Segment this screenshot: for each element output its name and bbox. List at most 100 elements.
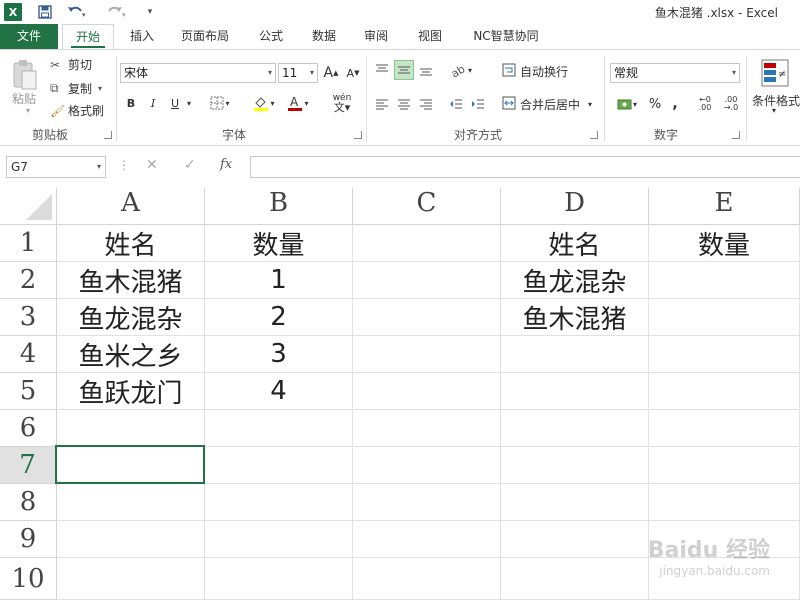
row-header-5[interactable]: 5 (0, 373, 57, 410)
align-right-icon[interactable] (416, 94, 436, 114)
cell-e3[interactable] (649, 299, 800, 336)
cell-c4[interactable] (353, 336, 501, 373)
cell-a9[interactable] (57, 521, 205, 558)
cell-a5[interactable]: 鱼跃龙门 (57, 373, 205, 410)
cell-a7[interactable] (55, 445, 205, 484)
cell-e4[interactable] (649, 336, 800, 373)
cell-a4[interactable]: 鱼米之乡 (57, 336, 205, 373)
more-icon[interactable]: ⋮ (118, 158, 130, 172)
insert-function-icon[interactable]: fx (220, 157, 232, 172)
fill-color-icon[interactable]: ▾ (252, 94, 276, 112)
decrease-indent-icon[interactable] (446, 94, 466, 114)
conditional-format-icon[interactable]: ≠ (760, 58, 790, 88)
format-painter-button[interactable]: 🖌 格式刷 (50, 102, 104, 119)
row-header-8[interactable]: 8 (0, 484, 57, 521)
cell-b7[interactable] (205, 447, 353, 484)
tab-page-layout[interactable]: 页面布局 (170, 24, 240, 49)
percent-style-icon[interactable]: % (646, 94, 664, 114)
cell-b10[interactable] (205, 558, 353, 600)
cell-e2[interactable] (649, 262, 800, 299)
cell-c3[interactable] (353, 299, 501, 336)
cell-c7[interactable] (353, 447, 501, 484)
cell-b2[interactable]: 1 (205, 262, 353, 299)
name-box[interactable]: G7 ▾ (6, 156, 106, 178)
cell-e7[interactable] (649, 447, 800, 484)
cell-b9[interactable] (205, 521, 353, 558)
cell-d6[interactable] (501, 410, 649, 447)
paste-dropdown-icon[interactable]: ▾ (26, 106, 30, 115)
cell-b6[interactable] (205, 410, 353, 447)
tab-insert[interactable]: 插入 (120, 24, 164, 49)
tab-data[interactable]: 数据 (302, 24, 346, 49)
align-center-icon[interactable] (394, 94, 414, 114)
cell-e5[interactable] (649, 373, 800, 410)
font-size-combo[interactable]: 11 ▾ (278, 63, 318, 83)
italic-button[interactable]: I (146, 94, 160, 112)
accounting-format-icon[interactable]: ▾ (612, 94, 642, 114)
cell-d7[interactable] (501, 447, 649, 484)
tab-view[interactable]: 视图 (408, 24, 452, 49)
align-top-icon[interactable] (372, 60, 392, 80)
number-format-combo[interactable]: 常规 ▾ (610, 63, 740, 83)
align-middle-icon[interactable] (394, 60, 414, 80)
column-header-c[interactable]: C (353, 188, 501, 225)
row-header-3[interactable]: 3 (0, 299, 57, 336)
tab-review[interactable]: 审阅 (354, 24, 398, 49)
cell-a6[interactable] (57, 410, 205, 447)
cell-c8[interactable] (353, 484, 501, 521)
alignment-launcher-icon[interactable] (590, 131, 598, 139)
redo-icon[interactable]: ▾ (106, 2, 128, 22)
font-color-icon[interactable]: A ▾ (286, 94, 310, 112)
font-launcher-icon[interactable] (354, 131, 362, 139)
decrease-font-icon[interactable]: A ▼ (344, 63, 362, 83)
cell-b3[interactable]: 2 (205, 299, 353, 336)
clipboard-launcher-icon[interactable] (104, 131, 112, 139)
bold-button[interactable]: B (124, 94, 138, 112)
row-header-7[interactable]: 7 (0, 447, 57, 484)
row-header-1[interactable]: 1 (0, 225, 57, 262)
paste-button[interactable]: 粘贴 (12, 90, 36, 107)
cell-e8[interactable] (649, 484, 800, 521)
cell-d5[interactable] (501, 373, 649, 410)
formula-input[interactable] (250, 156, 800, 178)
cell-c5[interactable] (353, 373, 501, 410)
cell-c9[interactable] (353, 521, 501, 558)
column-header-b[interactable]: B (205, 188, 353, 225)
cell-d10[interactable] (501, 558, 649, 600)
row-header-9[interactable]: 9 (0, 521, 57, 558)
cell-c10[interactable] (353, 558, 501, 600)
increase-font-icon[interactable]: A ▲ (322, 63, 340, 83)
cell-e1[interactable]: 数量 (649, 225, 800, 262)
cell-a1[interactable]: 姓名 (57, 225, 205, 262)
borders-icon[interactable]: ▾ (208, 94, 232, 112)
column-header-e[interactable]: E (649, 188, 800, 225)
row-header-10[interactable]: 10 (0, 558, 57, 600)
column-header-d[interactable]: D (501, 188, 649, 225)
cell-a2[interactable]: 鱼木混猪 (57, 262, 205, 299)
number-launcher-icon[interactable] (732, 131, 740, 139)
font-name-combo[interactable]: 宋体 ▾ (120, 63, 276, 83)
cell-e6[interactable] (649, 410, 800, 447)
wrap-text-button[interactable]: 自动换行 (502, 63, 568, 80)
cell-d3[interactable]: 鱼木混猪 (501, 299, 649, 336)
chevron-down-icon[interactable]: ▾ (772, 106, 776, 115)
select-all-button[interactable] (0, 188, 57, 225)
tab-nc[interactable]: NC智慧协同 (462, 24, 550, 49)
save-icon[interactable] (36, 2, 54, 22)
phonetic-guide-icon[interactable]: wén 文▾ (328, 92, 356, 114)
underline-dropdown-icon[interactable]: ▾ (184, 94, 194, 112)
cell-b5[interactable]: 4 (205, 373, 353, 410)
cell-b4[interactable]: 3 (205, 336, 353, 373)
orientation-icon[interactable]: ab ▾ (446, 60, 476, 80)
cell-b1[interactable]: 数量 (205, 225, 353, 262)
increase-decimal-icon[interactable]: ←0.00 (694, 94, 716, 114)
comma-style-icon[interactable]: , (668, 94, 682, 114)
copy-button[interactable]: ⧉ 复制 ▾ (50, 80, 102, 97)
cell-a10[interactable] (57, 558, 205, 600)
cell-d4[interactable] (501, 336, 649, 373)
cell-a8[interactable] (57, 484, 205, 521)
cell-b8[interactable] (205, 484, 353, 521)
undo-icon[interactable]: ▾ (66, 2, 88, 22)
cell-c6[interactable] (353, 410, 501, 447)
cell-d2[interactable]: 鱼龙混杂 (501, 262, 649, 299)
